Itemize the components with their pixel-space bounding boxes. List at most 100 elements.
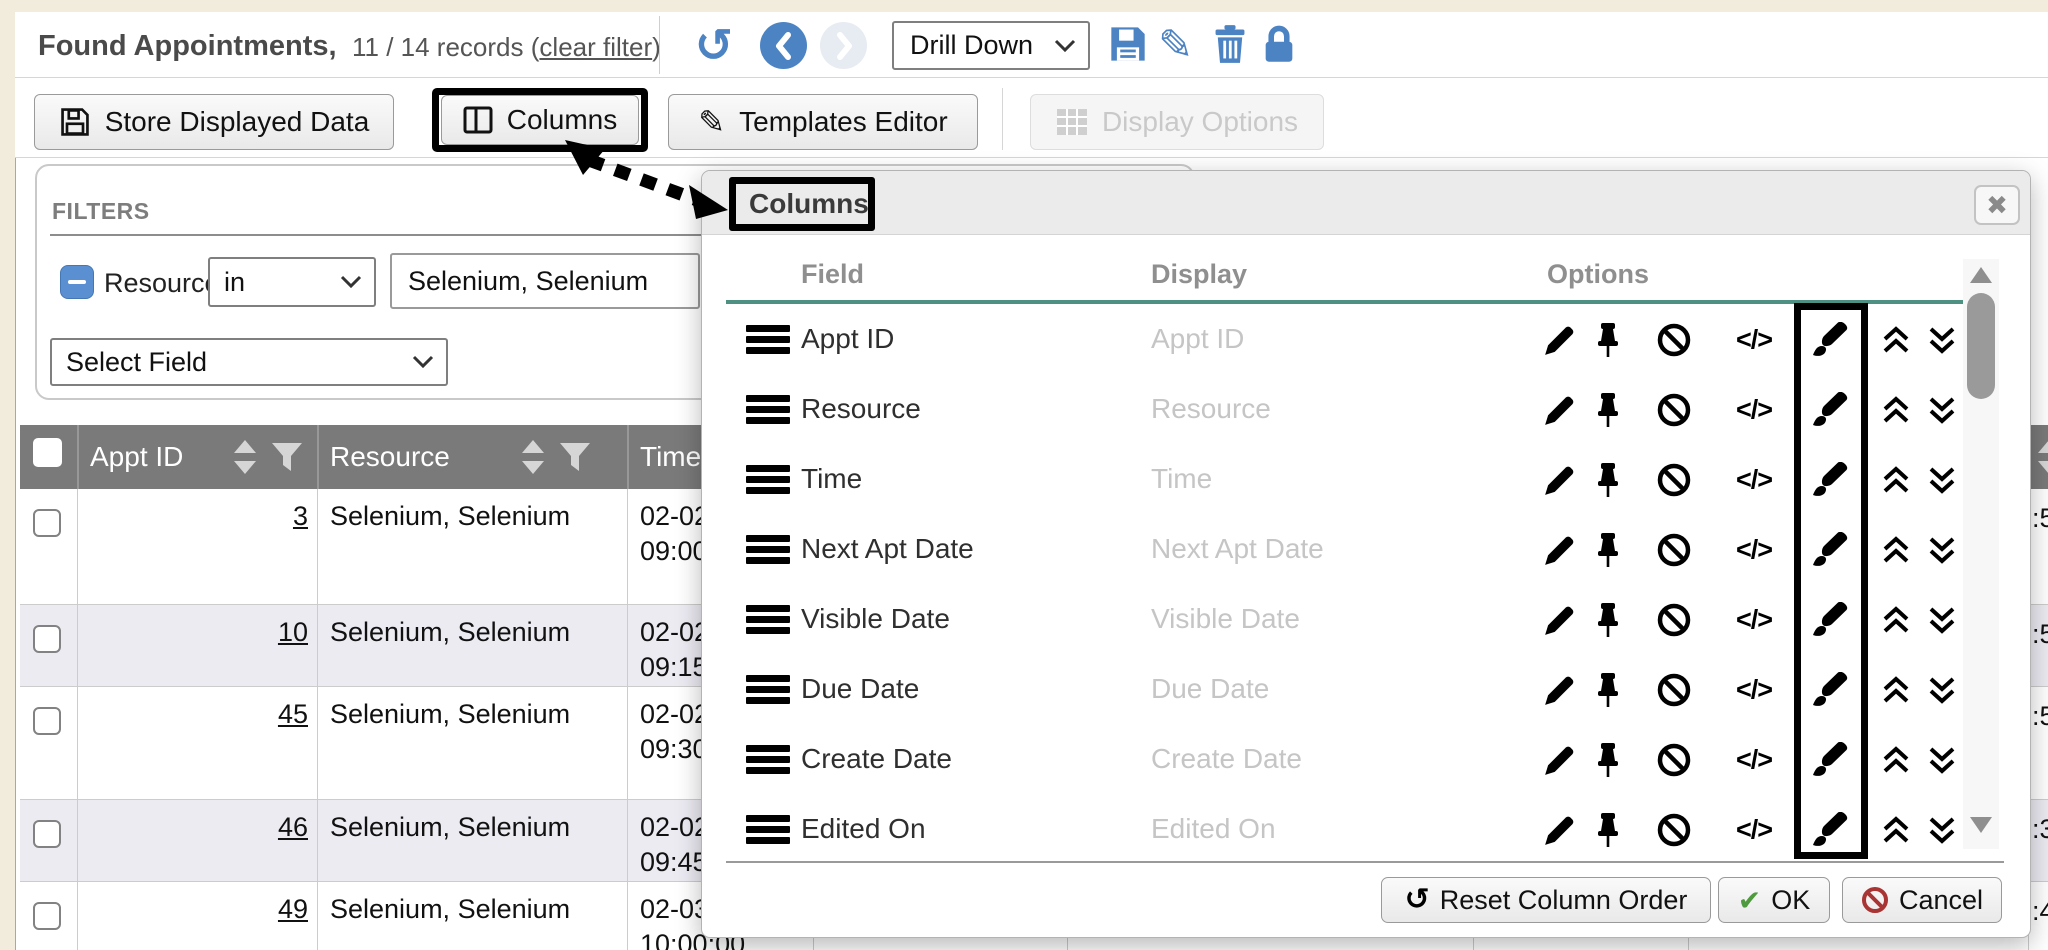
edit-pencil-icon[interactable] xyxy=(1544,744,1576,776)
pin-icon[interactable] xyxy=(1593,602,1623,638)
disable-icon[interactable] xyxy=(1657,533,1691,567)
pin-icon[interactable] xyxy=(1593,812,1623,848)
column-header-resource[interactable]: Resource xyxy=(330,441,450,473)
move-bottom-icon[interactable] xyxy=(1927,815,1957,845)
close-icon[interactable]: ✖ xyxy=(1974,185,2020,225)
move-top-icon[interactable] xyxy=(1881,325,1911,355)
cancel-button[interactable]: Cancel xyxy=(1842,877,2002,923)
move-bottom-icon[interactable] xyxy=(1927,395,1957,425)
move-top-icon[interactable] xyxy=(1881,605,1911,635)
code-icon[interactable]: </> xyxy=(1736,465,1772,496)
code-icon[interactable]: </> xyxy=(1736,325,1772,356)
pin-icon[interactable] xyxy=(1593,742,1623,778)
save-icon[interactable] xyxy=(1108,24,1148,69)
disable-icon[interactable] xyxy=(1657,743,1691,777)
filter-operator-select[interactable]: in xyxy=(208,257,376,307)
edit-pencil-icon[interactable] xyxy=(1544,464,1576,496)
move-top-icon[interactable] xyxy=(1881,465,1911,495)
filter-funnel-icon[interactable] xyxy=(270,441,304,480)
code-icon[interactable]: </> xyxy=(1736,675,1772,706)
move-bottom-icon[interactable] xyxy=(1927,605,1957,635)
dialog-column-row[interactable]: Appt ID Appt ID </> xyxy=(702,305,1966,375)
disable-icon[interactable] xyxy=(1657,323,1691,357)
scroll-down-icon[interactable] xyxy=(1970,817,1992,833)
move-top-icon[interactable] xyxy=(1881,395,1911,425)
move-top-icon[interactable] xyxy=(1881,815,1911,845)
back-icon[interactable] xyxy=(760,22,807,69)
code-icon[interactable]: </> xyxy=(1736,605,1772,636)
row-checkbox[interactable] xyxy=(33,902,61,930)
edit-pencil-icon[interactable] xyxy=(1544,814,1576,846)
edit-pencil-icon[interactable]: ✎ xyxy=(1158,20,1193,69)
code-icon[interactable]: </> xyxy=(1736,395,1772,426)
pin-icon[interactable] xyxy=(1593,672,1623,708)
column-header-time[interactable]: Time xyxy=(640,441,701,473)
edit-pencil-icon[interactable] xyxy=(1544,394,1576,426)
edit-pencil-icon[interactable] xyxy=(1544,324,1576,356)
dialog-titlebar[interactable] xyxy=(702,171,2030,235)
dialog-column-row[interactable]: Due Date Due Date </> xyxy=(702,655,1966,725)
pin-icon[interactable] xyxy=(1593,322,1623,358)
sort-icon[interactable] xyxy=(520,438,546,476)
row-checkbox[interactable] xyxy=(33,820,61,848)
disable-icon[interactable] xyxy=(1657,813,1691,847)
appt-id-link[interactable]: 45 xyxy=(78,699,308,730)
drag-handle-icon[interactable] xyxy=(746,325,790,358)
select-all-checkbox[interactable] xyxy=(33,438,62,467)
store-displayed-data-button[interactable]: Store Displayed Data xyxy=(34,94,394,150)
move-bottom-icon[interactable] xyxy=(1927,465,1957,495)
select-field-dropdown[interactable]: Select Field xyxy=(50,338,448,386)
row-checkbox[interactable] xyxy=(33,707,61,735)
scroll-up-icon[interactable] xyxy=(1970,267,1992,283)
edit-pencil-icon[interactable] xyxy=(1544,604,1576,636)
appt-id-link[interactable]: 10 xyxy=(78,617,308,648)
disable-icon[interactable] xyxy=(1657,603,1691,637)
code-icon[interactable]: </> xyxy=(1736,535,1772,566)
clear-filter-link[interactable]: clear filter xyxy=(539,32,652,62)
row-checkbox[interactable] xyxy=(33,509,61,537)
scrollbar-thumb[interactable] xyxy=(1967,293,1995,399)
appt-id-link[interactable]: 46 xyxy=(78,812,308,843)
move-top-icon[interactable] xyxy=(1881,675,1911,705)
pin-icon[interactable] xyxy=(1593,462,1623,498)
filter-funnel-icon[interactable] xyxy=(558,441,592,480)
disable-icon[interactable] xyxy=(1657,673,1691,707)
move-bottom-icon[interactable] xyxy=(1927,675,1957,705)
pin-icon[interactable] xyxy=(1593,532,1623,568)
dialog-column-row[interactable]: Resource Resource </> xyxy=(702,375,1966,445)
edit-pencil-icon[interactable] xyxy=(1544,674,1576,706)
edit-pencil-icon[interactable] xyxy=(1544,534,1576,566)
row-checkbox[interactable] xyxy=(33,625,61,653)
code-icon[interactable]: </> xyxy=(1736,745,1772,776)
dialog-column-row[interactable]: Next Apt Date Next Apt Date </> xyxy=(702,515,1966,585)
appt-id-link[interactable]: 3 xyxy=(78,501,308,532)
dialog-column-row[interactable]: Visible Date Visible Date </> xyxy=(702,585,1966,655)
dialog-column-row[interactable]: Edited On Edited On </> xyxy=(702,795,1966,865)
move-bottom-icon[interactable] xyxy=(1927,325,1957,355)
trash-icon[interactable] xyxy=(1210,24,1250,69)
disable-icon[interactable] xyxy=(1657,463,1691,497)
appt-id-link[interactable]: 49 xyxy=(78,894,308,925)
display-options-button[interactable]: Display Options xyxy=(1030,94,1324,150)
sort-icon[interactable] xyxy=(2036,438,2048,476)
filter-value-input[interactable]: Selenium, Selenium xyxy=(390,253,700,309)
ok-button[interactable]: ✔ OK xyxy=(1718,877,1830,923)
dialog-column-row[interactable]: Time Time </> xyxy=(702,445,1966,515)
code-icon[interactable]: </> xyxy=(1736,815,1772,846)
forward-icon[interactable] xyxy=(820,22,867,69)
dialog-scrollbar[interactable] xyxy=(1963,259,1999,849)
drag-handle-icon[interactable] xyxy=(746,605,790,638)
move-bottom-icon[interactable] xyxy=(1927,535,1957,565)
drill-down-select[interactable]: Drill Down xyxy=(892,21,1090,70)
drag-handle-icon[interactable] xyxy=(746,395,790,428)
move-bottom-icon[interactable] xyxy=(1927,745,1957,775)
remove-filter-button[interactable] xyxy=(60,265,94,299)
drag-handle-icon[interactable] xyxy=(746,535,790,568)
disable-icon[interactable] xyxy=(1657,393,1691,427)
drag-handle-icon[interactable] xyxy=(746,465,790,498)
reset-column-order-button[interactable]: ↺ Reset Column Order xyxy=(1381,877,1711,923)
sort-icon[interactable] xyxy=(232,438,258,476)
move-top-icon[interactable] xyxy=(1881,745,1911,775)
pin-icon[interactable] xyxy=(1593,392,1623,428)
dialog-column-row[interactable]: Create Date Create Date </> xyxy=(702,725,1966,795)
